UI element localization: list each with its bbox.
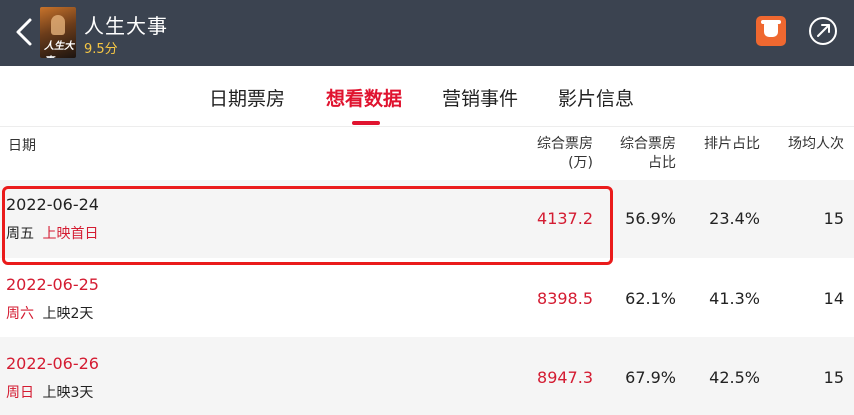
row-weekday: 周六 — [6, 306, 34, 322]
column-header-avg-per-show: 场均人次 — [788, 136, 844, 152]
column-header-box-office-line1: 综合票房 — [537, 136, 593, 152]
poster-title: 人生大事 — [44, 41, 74, 58]
popcorn-cup-icon — [761, 20, 781, 37]
column-header-share: 综合票房 占比 — [620, 135, 676, 173]
row-box-office: 8398.5 — [537, 289, 593, 308]
tab-daily-box-office[interactable]: 日期票房 — [209, 84, 285, 111]
row-date: 2022-06-25 — [6, 275, 99, 294]
row-share: 62.1% — [625, 289, 676, 308]
column-header-box-office-line2: (万) — [568, 155, 593, 171]
poster-figure — [51, 15, 65, 35]
movie-title: 人生大事 — [84, 14, 168, 38]
share-external-icon[interactable] — [807, 15, 839, 47]
row-screening-share: 41.3% — [709, 289, 760, 308]
row-day-info: 周日 上映3天 — [6, 382, 93, 402]
row-date: 2022-06-24 — [6, 195, 99, 214]
active-tab-indicator — [352, 121, 380, 125]
row-screening-share: 23.4% — [709, 209, 760, 228]
tab-film-info[interactable]: 影片信息 — [558, 84, 634, 111]
row-weekday: 周日 — [6, 385, 34, 401]
table-row[interactable]: 2022-06-26 周日 上映3天 8947.3 67.9% 42.5% 15 — [0, 337, 854, 415]
row-avg-per-show: 14 — [823, 289, 844, 308]
back-icon[interactable] — [10, 12, 40, 52]
column-header-share-line2: 占比 — [648, 155, 676, 171]
row-day-info: 周六 上映2天 — [6, 303, 93, 323]
row-share: 67.9% — [625, 368, 676, 387]
row-box-office: 8947.3 — [537, 368, 593, 387]
tab-bar: 日期票房 想看数据 营销事件 影片信息 — [0, 66, 854, 127]
column-header-box-office: 综合票房 (万) — [537, 135, 593, 173]
row-avg-per-show: 15 — [823, 368, 844, 387]
row-release-day: 上映3天 — [42, 385, 94, 401]
row-release-day: 上映首日 — [42, 226, 99, 242]
column-header-screening-share: 排片占比 — [704, 136, 760, 152]
row-day-info: 周五 上映首日 — [6, 223, 98, 243]
row-screening-share: 42.5% — [709, 368, 760, 387]
top-bar: 人生大事 人生大事 9.5分 — [0, 0, 854, 66]
column-header-share-line1: 综合票房 — [620, 136, 676, 152]
tab-want-to-see[interactable]: 想看数据 — [326, 84, 402, 111]
row-box-office: 4137.2 — [537, 209, 593, 228]
table-row[interactable]: 2022-06-24 周五 上映首日 4137.2 56.9% 23.4% 15 — [0, 180, 854, 258]
tab-marketing-events[interactable]: 营销事件 — [442, 84, 518, 111]
row-weekday: 周五 — [6, 226, 34, 242]
row-share: 56.9% — [625, 209, 676, 228]
row-date: 2022-06-26 — [6, 354, 99, 373]
movie-score: 9.5分 — [84, 42, 118, 57]
table-row[interactable]: 2022-06-25 周六 上映2天 8398.5 62.1% 41.3% 14 — [0, 258, 854, 336]
table-header: 日期 综合票房 (万) 综合票房 占比 排片占比 场均人次 — [0, 127, 854, 180]
movie-poster[interactable]: 人生大事 — [40, 7, 76, 58]
row-release-day: 上映2天 — [42, 306, 94, 322]
app-share-icon[interactable] — [756, 16, 786, 46]
row-avg-per-show: 15 — [823, 209, 844, 228]
column-header-date: 日期 — [8, 138, 36, 154]
